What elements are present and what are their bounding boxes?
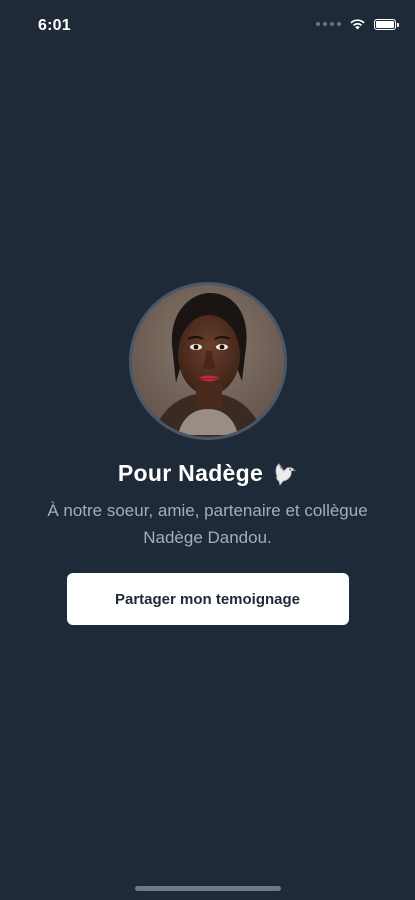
wifi-icon — [350, 19, 365, 30]
share-testimony-button[interactable]: Partager mon temoignage — [66, 573, 349, 625]
tribute-text: À notre soeur, amie, partenaire et collè… — [47, 501, 368, 547]
signal-dots-icon — [316, 22, 341, 26]
memorial-card: Pour Nadège À notre soeur, amie, partena… — [0, 282, 415, 625]
dove-icon — [275, 462, 297, 486]
battery-icon — [374, 18, 399, 30]
battery-fill — [376, 20, 394, 28]
avatar-portrait — [131, 285, 284, 437]
page-title: Pour Nadège — [117, 460, 264, 486]
status-time: 6:01 — [38, 17, 71, 34]
avatar — [128, 282, 287, 440]
status-icons — [316, 18, 399, 30]
home-indicator[interactable] — [135, 886, 281, 891]
status-bar: 6:01 — [0, 0, 415, 54]
title-row: Pour Nadège — [118, 460, 297, 487]
